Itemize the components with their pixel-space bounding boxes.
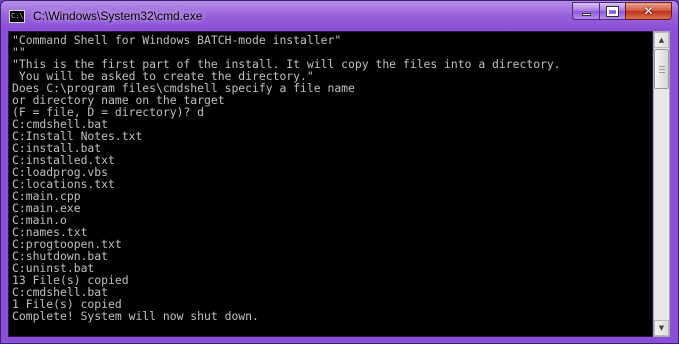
console-text: "Command Shell for Windows BATCH-mode in… xyxy=(12,34,561,322)
console-line: Complete! System will now shut down. xyxy=(12,309,259,323)
close-icon: ✕ xyxy=(643,4,654,18)
grip-line xyxy=(659,66,665,67)
console-line: C:main.o xyxy=(12,213,67,227)
minimize-button[interactable] xyxy=(572,2,599,20)
arrow-up-icon: ▲ xyxy=(658,36,665,44)
console-output[interactable]: "Command Shell for Windows BATCH-mode in… xyxy=(8,31,653,337)
cmd-window: C:\ C:\Windows\System32\cmd.exe ✕ "Comma… xyxy=(0,0,679,344)
minimize-icon xyxy=(581,13,591,16)
title-bar[interactable]: C:\ C:\Windows\System32\cmd.exe ✕ xyxy=(1,1,678,31)
cmd-icon[interactable]: C:\ xyxy=(9,10,25,23)
vertical-scrollbar[interactable]: ▲ ▼ xyxy=(653,31,670,337)
console-line: C:main.cpp xyxy=(12,189,81,203)
console-line: "Command Shell for Windows BATCH-mode in… xyxy=(12,33,342,47)
console-line: C:locations.txt xyxy=(12,177,115,191)
maximize-icon xyxy=(606,5,619,17)
console-line: C:shutdown.bat xyxy=(12,249,109,263)
grip-line xyxy=(659,69,665,70)
window-title: C:\Windows\System32\cmd.exe xyxy=(33,9,203,23)
caption-buttons: ✕ xyxy=(572,2,672,21)
scroll-thumb[interactable] xyxy=(654,49,669,89)
scroll-down-button[interactable]: ▼ xyxy=(654,320,669,336)
console-line: C:main.exe xyxy=(12,201,81,215)
close-button[interactable]: ✕ xyxy=(625,2,672,20)
scroll-up-button[interactable]: ▲ xyxy=(654,32,669,48)
maximize-button[interactable] xyxy=(599,2,625,20)
arrow-down-icon: ▼ xyxy=(658,324,665,332)
grip-line xyxy=(659,72,665,73)
